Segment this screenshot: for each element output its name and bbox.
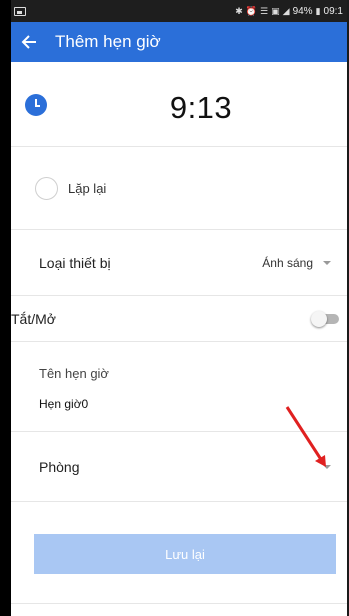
wifi-icon: ☰ [260, 5, 269, 16]
bluetooth-icon: ✱ [235, 5, 243, 16]
alarm-icon: ⏰ [245, 5, 258, 16]
repeat-option[interactable]: Lặp lại [11, 147, 347, 230]
signal-icon: ◢ [282, 5, 290, 16]
device-type-row: Loại thiết bị Ánh sáng [11, 230, 347, 296]
device-type-dropdown[interactable]: Ánh sáng [262, 256, 331, 270]
image-icon [14, 6, 26, 16]
arrow-left-icon [21, 35, 36, 49]
device-type-value: Ánh sáng [262, 255, 313, 270]
time-display[interactable]: 9:13 [11, 90, 349, 126]
divider [11, 603, 347, 604]
battery-icon: ▮ [315, 5, 321, 16]
device-type-label: Loại thiết bị [39, 254, 111, 271]
status-time: 09:1 [323, 5, 343, 17]
battery-percent: 94% [292, 5, 313, 17]
room-label: Phòng [39, 458, 80, 475]
on-off-toggle[interactable] [311, 310, 341, 327]
app-bar: Thêm hẹn giờ [11, 22, 347, 62]
repeat-label: Lặp lại [68, 180, 107, 196]
back-button[interactable] [11, 22, 47, 62]
chevron-down-icon [323, 260, 331, 265]
room-dropdown[interactable]: Phòng [11, 432, 347, 502]
toggle-thumb [311, 310, 327, 327]
screen-frame-left [0, 0, 11, 616]
timer-name-section: Tên hẹn giờ [11, 342, 347, 432]
timer-name-label: Tên hẹn giờ [39, 366, 109, 381]
timer-name-input[interactable] [39, 397, 299, 411]
save-button[interactable]: Lưu lại [34, 534, 336, 574]
time-section: 9:13 [11, 62, 347, 147]
status-bar: ✱ ⏰ ☰ ▣ ◢ 94% ▮ 09:1 [11, 0, 347, 22]
chevron-down-icon [323, 464, 331, 469]
on-off-row: Tắt/Mở [11, 296, 347, 342]
repeat-radio[interactable] [35, 176, 58, 200]
page-title: Thêm hẹn giờ [55, 32, 161, 51]
nfc-icon: ▣ [271, 5, 280, 16]
on-off-label: Tắt/Mở [11, 310, 56, 327]
